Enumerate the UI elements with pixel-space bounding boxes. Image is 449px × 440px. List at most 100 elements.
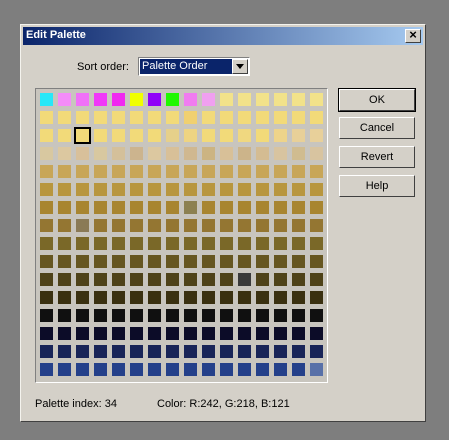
palette-swatch[interactable] (148, 237, 161, 250)
palette-swatch[interactable] (310, 165, 323, 178)
palette-swatch[interactable] (202, 237, 215, 250)
palette-swatch[interactable] (148, 327, 161, 340)
palette-swatch[interactable] (238, 255, 251, 268)
palette-swatch[interactable] (76, 111, 89, 124)
palette-swatch[interactable] (58, 327, 71, 340)
palette-swatch[interactable] (166, 363, 179, 376)
palette-swatch[interactable] (58, 183, 71, 196)
palette-swatch[interactable] (238, 111, 251, 124)
palette-swatch[interactable] (256, 237, 269, 250)
palette-swatch[interactable] (238, 345, 251, 358)
palette-swatch[interactable] (310, 363, 323, 376)
palette-swatch[interactable] (220, 273, 233, 286)
palette-swatch[interactable] (202, 165, 215, 178)
palette-swatch[interactable] (292, 201, 305, 214)
palette-swatch[interactable] (130, 201, 143, 214)
palette-swatch[interactable] (256, 129, 269, 142)
palette-swatch[interactable] (274, 183, 287, 196)
palette-swatch[interactable] (76, 309, 89, 322)
palette-swatch[interactable] (166, 327, 179, 340)
palette-swatch[interactable] (130, 255, 143, 268)
palette-swatch[interactable] (220, 93, 233, 106)
palette-swatch[interactable] (40, 309, 53, 322)
palette-swatch[interactable] (58, 273, 71, 286)
palette-swatch[interactable] (148, 345, 161, 358)
palette-swatch[interactable] (310, 309, 323, 322)
palette-swatch[interactable] (166, 255, 179, 268)
palette-swatch[interactable] (310, 237, 323, 250)
palette-swatch[interactable] (166, 183, 179, 196)
palette-swatch[interactable] (130, 309, 143, 322)
palette-swatch[interactable] (274, 147, 287, 160)
palette-swatch[interactable] (292, 93, 305, 106)
palette-swatch[interactable] (40, 237, 53, 250)
palette-swatch[interactable] (58, 147, 71, 160)
palette-swatch[interactable] (130, 147, 143, 160)
palette-swatch[interactable] (292, 219, 305, 232)
palette-swatch[interactable] (112, 165, 125, 178)
palette-swatch[interactable] (148, 147, 161, 160)
palette-swatch[interactable] (184, 201, 197, 214)
palette-swatch[interactable] (292, 183, 305, 196)
palette-swatch[interactable] (112, 147, 125, 160)
palette-swatch[interactable] (310, 291, 323, 304)
palette-swatch[interactable] (184, 147, 197, 160)
palette-swatch[interactable] (256, 345, 269, 358)
palette-swatch[interactable] (166, 291, 179, 304)
palette-swatch[interactable] (130, 345, 143, 358)
palette-swatch[interactable] (238, 237, 251, 250)
palette-swatch[interactable] (58, 363, 71, 376)
palette-swatch[interactable] (220, 201, 233, 214)
palette-swatch[interactable] (148, 129, 161, 142)
palette-swatch[interactable] (40, 183, 53, 196)
palette-swatch[interactable] (76, 255, 89, 268)
palette-swatch[interactable] (184, 129, 197, 142)
palette-swatch[interactable] (274, 93, 287, 106)
palette-swatch[interactable] (292, 291, 305, 304)
palette-swatch[interactable] (166, 129, 179, 142)
palette-swatch[interactable] (76, 273, 89, 286)
palette-swatch[interactable] (184, 237, 197, 250)
palette-swatch[interactable] (94, 219, 107, 232)
palette-swatch[interactable] (202, 363, 215, 376)
palette-swatch[interactable] (40, 165, 53, 178)
palette-swatch[interactable] (292, 309, 305, 322)
palette-swatch[interactable] (166, 165, 179, 178)
palette-swatch[interactable] (166, 345, 179, 358)
palette-swatch[interactable] (112, 291, 125, 304)
palette-swatch[interactable] (202, 111, 215, 124)
palette-swatch[interactable] (148, 219, 161, 232)
palette-swatch[interactable] (130, 363, 143, 376)
palette-swatch[interactable] (220, 237, 233, 250)
palette-swatch[interactable] (76, 363, 89, 376)
palette-swatch[interactable] (292, 345, 305, 358)
palette-swatch[interactable] (292, 147, 305, 160)
palette-swatch[interactable] (130, 219, 143, 232)
palette-swatch[interactable] (130, 327, 143, 340)
palette-swatch[interactable] (274, 273, 287, 286)
palette-swatch[interactable] (220, 327, 233, 340)
palette-swatch[interactable] (58, 165, 71, 178)
palette-swatch[interactable] (40, 345, 53, 358)
palette-swatch[interactable] (130, 183, 143, 196)
palette-swatch[interactable] (310, 219, 323, 232)
palette-swatch[interactable] (220, 363, 233, 376)
palette-swatch[interactable] (112, 309, 125, 322)
palette-swatch[interactable] (220, 147, 233, 160)
palette-swatch[interactable] (256, 219, 269, 232)
palette-swatch[interactable] (310, 255, 323, 268)
palette-swatch[interactable] (148, 201, 161, 214)
palette-swatch[interactable] (274, 363, 287, 376)
palette-swatch[interactable] (112, 111, 125, 124)
palette-swatch[interactable] (220, 291, 233, 304)
palette-swatch[interactable] (256, 183, 269, 196)
palette-swatch[interactable] (256, 327, 269, 340)
palette-swatch[interactable] (130, 111, 143, 124)
palette-swatch[interactable] (58, 255, 71, 268)
palette-swatch[interactable] (238, 129, 251, 142)
palette-swatch[interactable] (310, 129, 323, 142)
palette-swatch[interactable] (94, 237, 107, 250)
palette-swatch[interactable] (310, 201, 323, 214)
palette-swatch[interactable] (166, 201, 179, 214)
palette-swatch[interactable] (76, 201, 89, 214)
